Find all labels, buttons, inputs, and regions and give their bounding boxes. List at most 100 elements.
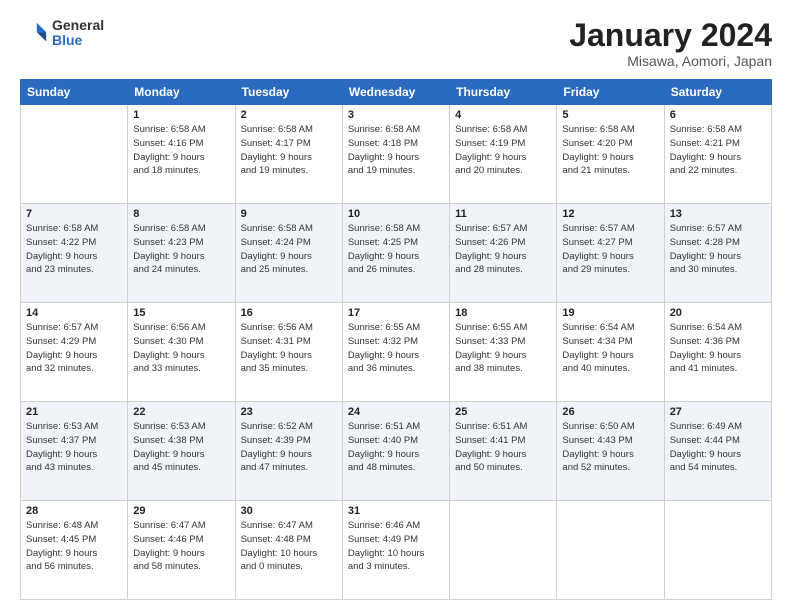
day-number: 16 <box>241 307 337 319</box>
day-info: Sunrise: 6:47 AM Sunset: 4:48 PM Dayligh… <box>241 519 337 574</box>
day-number: 9 <box>241 208 337 220</box>
day-cell: 28Sunrise: 6:48 AM Sunset: 4:45 PM Dayli… <box>21 501 128 600</box>
day-info: Sunrise: 6:56 AM Sunset: 4:30 PM Dayligh… <box>133 321 229 376</box>
day-info: Sunrise: 6:58 AM Sunset: 4:19 PM Dayligh… <box>455 123 551 178</box>
col-header-wednesday: Wednesday <box>342 80 449 105</box>
day-cell: 7Sunrise: 6:58 AM Sunset: 4:22 PM Daylig… <box>21 204 128 303</box>
day-info: Sunrise: 6:58 AM Sunset: 4:24 PM Dayligh… <box>241 222 337 277</box>
day-info: Sunrise: 6:57 AM Sunset: 4:28 PM Dayligh… <box>670 222 766 277</box>
logo: General Blue <box>20 18 104 49</box>
day-info: Sunrise: 6:53 AM Sunset: 4:38 PM Dayligh… <box>133 420 229 475</box>
page-header: General Blue January 2024 Misawa, Aomori… <box>20 18 772 69</box>
day-cell: 2 Sunrise: 6:58 AM Sunset: 4:17 PM Daylig… <box>235 105 342 204</box>
day-info: Sunrise: 6:56 AM Sunset: 4:31 PM Dayligh… <box>241 321 337 376</box>
week-row-1: 1Sunrise: 6:58 AM Sunset: 4:16 PM Daylig… <box>21 105 772 204</box>
day-info: Sunrise: 6:58 AM Sunset: 4:18 PM Dayligh… <box>348 123 444 178</box>
day-number: 19 <box>562 307 658 319</box>
day-cell: 3 Sunrise: 6:58 AM Sunset: 4:18 PM Daylig… <box>342 105 449 204</box>
calendar-table: SundayMondayTuesdayWednesdayThursdayFrid… <box>20 79 772 600</box>
day-cell <box>557 501 664 600</box>
day-number: 24 <box>348 406 444 418</box>
day-cell: 25 Sunrise: 6:51 AM Sunset: 4:41 PM Dayli… <box>450 402 557 501</box>
day-info: Sunrise: 6:46 AM Sunset: 4:49 PM Dayligh… <box>348 519 444 574</box>
day-number: 30 <box>241 505 337 517</box>
day-cell: 19 Sunrise: 6:54 AM Sunset: 4:34 PM Dayli… <box>557 303 664 402</box>
week-row-2: 7Sunrise: 6:58 AM Sunset: 4:22 PM Daylig… <box>21 204 772 303</box>
day-cell: 1Sunrise: 6:58 AM Sunset: 4:16 PM Daylig… <box>128 105 235 204</box>
col-header-sunday: Sunday <box>21 80 128 105</box>
day-cell: 16 Sunrise: 6:56 AM Sunset: 4:31 PM Dayli… <box>235 303 342 402</box>
calendar-title: January 2024 <box>569 18 772 53</box>
day-info: Sunrise: 6:47 AM Sunset: 4:46 PM Dayligh… <box>133 519 229 574</box>
day-info: Sunrise: 6:58 AM Sunset: 4:21 PM Dayligh… <box>670 123 766 178</box>
day-cell: 13 Sunrise: 6:57 AM Sunset: 4:28 PM Dayli… <box>664 204 771 303</box>
day-number: 26 <box>562 406 658 418</box>
day-cell: 20 Sunrise: 6:54 AM Sunset: 4:36 PM Dayli… <box>664 303 771 402</box>
day-number: 5 <box>562 109 658 121</box>
day-number: 27 <box>670 406 766 418</box>
logo-blue: Blue <box>52 33 104 48</box>
day-info: Sunrise: 6:52 AM Sunset: 4:39 PM Dayligh… <box>241 420 337 475</box>
title-area: January 2024 Misawa, Aomori, Japan <box>569 18 772 69</box>
day-cell: 30 Sunrise: 6:47 AM Sunset: 4:48 PM Dayli… <box>235 501 342 600</box>
day-info: Sunrise: 6:48 AM Sunset: 4:45 PM Dayligh… <box>26 519 122 574</box>
day-cell: 5 Sunrise: 6:58 AM Sunset: 4:20 PM Daylig… <box>557 105 664 204</box>
day-number: 29 <box>133 505 229 517</box>
day-cell: 9 Sunrise: 6:58 AM Sunset: 4:24 PM Daylig… <box>235 204 342 303</box>
day-cell <box>450 501 557 600</box>
day-cell: 15Sunrise: 6:56 AM Sunset: 4:30 PM Dayli… <box>128 303 235 402</box>
col-header-thursday: Thursday <box>450 80 557 105</box>
col-header-tuesday: Tuesday <box>235 80 342 105</box>
day-cell: 29 Sunrise: 6:47 AM Sunset: 4:46 PM Dayli… <box>128 501 235 600</box>
day-info: Sunrise: 6:54 AM Sunset: 4:36 PM Dayligh… <box>670 321 766 376</box>
week-row-4: 21 Sunrise: 6:53 AM Sunset: 4:37 PM Dayli… <box>21 402 772 501</box>
day-info: Sunrise: 6:58 AM Sunset: 4:22 PM Dayligh… <box>26 222 122 277</box>
day-number: 31 <box>348 505 444 517</box>
day-cell: 14 Sunrise: 6:57 AM Sunset: 4:29 PM Dayli… <box>21 303 128 402</box>
week-row-3: 14 Sunrise: 6:57 AM Sunset: 4:29 PM Dayli… <box>21 303 772 402</box>
day-number: 3 <box>348 109 444 121</box>
day-info: Sunrise: 6:53 AM Sunset: 4:37 PM Dayligh… <box>26 420 122 475</box>
day-cell: 11 Sunrise: 6:57 AM Sunset: 4:26 PM Dayli… <box>450 204 557 303</box>
day-cell: 8 Sunrise: 6:58 AM Sunset: 4:23 PM Daylig… <box>128 204 235 303</box>
day-number: 25 <box>455 406 551 418</box>
day-number: 11 <box>455 208 551 220</box>
day-number: 2 <box>241 109 337 121</box>
header-row: SundayMondayTuesdayWednesdayThursdayFrid… <box>21 80 772 105</box>
day-info: Sunrise: 6:57 AM Sunset: 4:27 PM Dayligh… <box>562 222 658 277</box>
day-number: 20 <box>670 307 766 319</box>
day-info: Sunrise: 6:57 AM Sunset: 4:29 PM Dayligh… <box>26 321 122 376</box>
logo-icon <box>20 19 48 47</box>
logo-text: General Blue <box>52 18 104 49</box>
day-number: 8 <box>133 208 229 220</box>
day-cell: 26Sunrise: 6:50 AM Sunset: 4:43 PM Dayli… <box>557 402 664 501</box>
day-cell: 27 Sunrise: 6:49 AM Sunset: 4:44 PM Dayli… <box>664 402 771 501</box>
day-info: Sunrise: 6:55 AM Sunset: 4:32 PM Dayligh… <box>348 321 444 376</box>
col-header-friday: Friday <box>557 80 664 105</box>
day-info: Sunrise: 6:54 AM Sunset: 4:34 PM Dayligh… <box>562 321 658 376</box>
day-info: Sunrise: 6:55 AM Sunset: 4:33 PM Dayligh… <box>455 321 551 376</box>
day-number: 18 <box>455 307 551 319</box>
day-number: 6 <box>670 109 766 121</box>
col-header-monday: Monday <box>128 80 235 105</box>
day-cell: 31 Sunrise: 6:46 AM Sunset: 4:49 PM Dayli… <box>342 501 449 600</box>
day-number: 21 <box>26 406 122 418</box>
col-header-saturday: Saturday <box>664 80 771 105</box>
day-info: Sunrise: 6:58 AM Sunset: 4:23 PM Dayligh… <box>133 222 229 277</box>
calendar-subtitle: Misawa, Aomori, Japan <box>569 53 772 69</box>
day-cell: 22Sunrise: 6:53 AM Sunset: 4:38 PM Dayli… <box>128 402 235 501</box>
day-number: 10 <box>348 208 444 220</box>
day-info: Sunrise: 6:58 AM Sunset: 4:20 PM Dayligh… <box>562 123 658 178</box>
day-number: 1 <box>133 109 229 121</box>
day-cell: 17Sunrise: 6:55 AM Sunset: 4:32 PM Dayli… <box>342 303 449 402</box>
day-info: Sunrise: 6:58 AM Sunset: 4:17 PM Dayligh… <box>241 123 337 178</box>
day-cell: 21 Sunrise: 6:53 AM Sunset: 4:37 PM Dayli… <box>21 402 128 501</box>
day-info: Sunrise: 6:51 AM Sunset: 4:40 PM Dayligh… <box>348 420 444 475</box>
day-number: 14 <box>26 307 122 319</box>
day-info: Sunrise: 6:57 AM Sunset: 4:26 PM Dayligh… <box>455 222 551 277</box>
day-number: 13 <box>670 208 766 220</box>
day-info: Sunrise: 6:49 AM Sunset: 4:44 PM Dayligh… <box>670 420 766 475</box>
day-info: Sunrise: 6:51 AM Sunset: 4:41 PM Dayligh… <box>455 420 551 475</box>
day-number: 12 <box>562 208 658 220</box>
day-cell: 23Sunrise: 6:52 AM Sunset: 4:39 PM Dayli… <box>235 402 342 501</box>
